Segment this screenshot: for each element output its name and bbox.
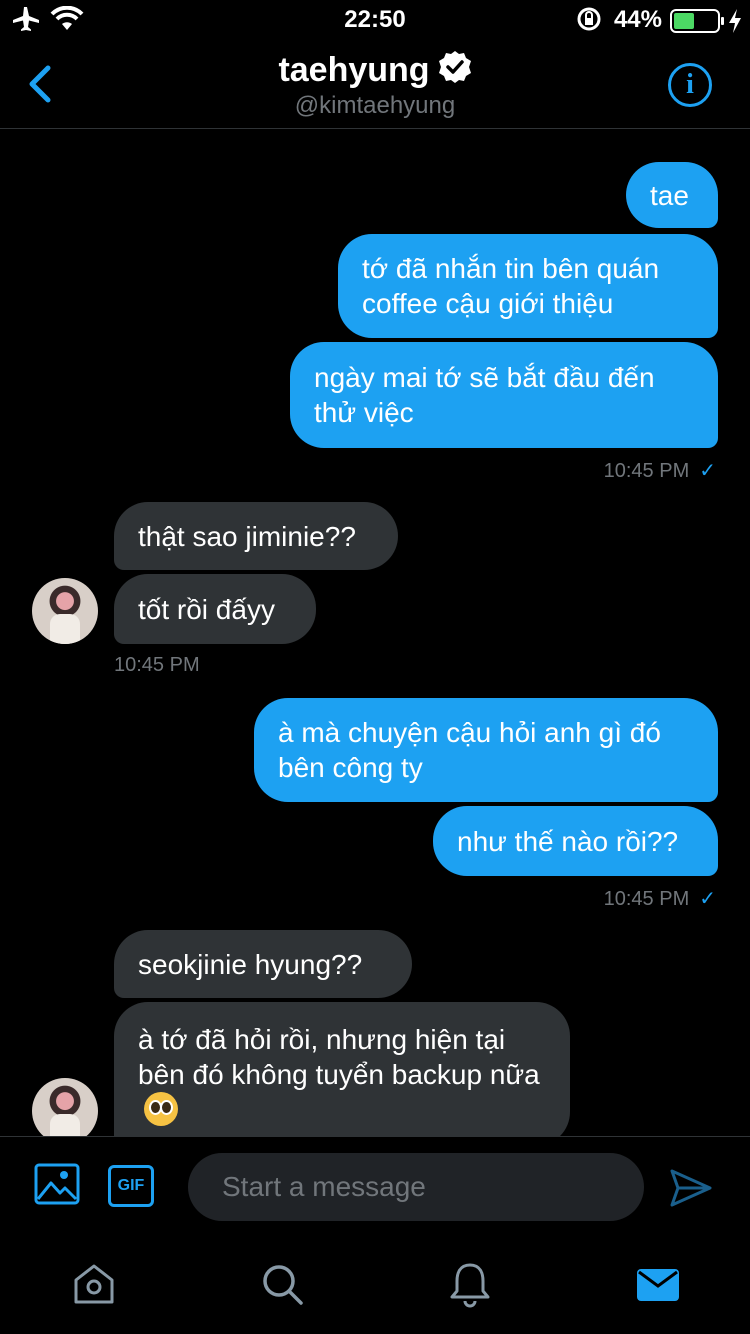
message-bubble[interactable]: tae: [626, 162, 718, 228]
rotation-lock-icon: [577, 7, 601, 31]
message-bubble[interactable]: như thế nào rồi??: [433, 806, 718, 876]
message-input[interactable]: [188, 1153, 644, 1221]
battery-percentage: 44%: [613, 6, 662, 33]
status-bar: 22:50 44%: [0, 0, 750, 40]
message-text: tớ đã nhắn tin bên quán coffee cậu giới …: [362, 253, 660, 319]
gif-icon[interactable]: GIF: [108, 1165, 154, 1207]
message-bubble[interactable]: ngày mai tớ sẽ bắt đầu đến thử việc: [290, 342, 718, 448]
avatar[interactable]: [32, 1078, 98, 1144]
message-timestamp: 10:45 PM ✓: [603, 460, 716, 482]
message-composer: GIF: [0, 1136, 750, 1236]
message-text: như thế nào rồi??: [457, 825, 679, 857]
info-icon[interactable]: i: [668, 63, 712, 107]
message-bubble[interactable]: tớ đã nhắn tin bên quán coffee cậu giới …: [338, 234, 718, 338]
contact-handle: @kimtaehyung: [294, 92, 456, 119]
message-timestamp: 10:45 PM: [114, 654, 200, 676]
message-bubble[interactable]: à mà chuyện cậu hỏi anh gì đó bên công t…: [254, 698, 718, 802]
message-text: seokjinie hyung??: [138, 948, 363, 980]
message-text: ngày mai tớ sẽ bắt đầu đến thử việc: [314, 362, 655, 428]
verified-badge-icon: [438, 51, 471, 83]
message-bubble[interactable]: à tớ đã hỏi rồi, nhưng hiện tại bên đó k…: [114, 1002, 570, 1146]
read-check-icon: ✓: [699, 460, 716, 482]
charging-icon: [729, 9, 741, 33]
conversation-header: taehyung @kimtaehyung i: [0, 40, 750, 129]
avatar[interactable]: [32, 578, 98, 644]
message-bubble[interactable]: seokjinie hyung??: [114, 930, 412, 998]
read-check-icon: ✓: [699, 888, 716, 910]
home-icon[interactable]: [70, 1260, 118, 1308]
image-icon[interactable]: [34, 1161, 80, 1207]
notifications-icon[interactable]: [446, 1260, 494, 1308]
message-text: thật sao jiminie??: [138, 520, 356, 552]
message-text: tae: [650, 179, 689, 211]
search-icon[interactable]: [258, 1260, 306, 1308]
message-text: tốt rồi đấyy: [138, 593, 275, 625]
message-timestamp: 10:45 PM ✓: [603, 888, 716, 910]
message-bubble[interactable]: thật sao jiminie??: [114, 502, 398, 570]
contact-name: taehyung: [278, 51, 430, 89]
messages-icon[interactable]: [634, 1260, 682, 1308]
send-icon[interactable]: [668, 1165, 714, 1211]
conversation-title: taehyung: [0, 50, 750, 90]
battery-icon: [670, 9, 724, 33]
message-bubble[interactable]: tốt rồi đấyy: [114, 574, 316, 644]
bottom-tab-bar: [0, 1236, 750, 1334]
message-text: à tớ đã hỏi rồi, nhưng hiện tại bên đó k…: [138, 1022, 546, 1128]
message-text: à mà chuyện cậu hỏi anh gì đó bên công t…: [278, 717, 661, 783]
pleading-face-emoji-icon: [144, 1092, 178, 1126]
